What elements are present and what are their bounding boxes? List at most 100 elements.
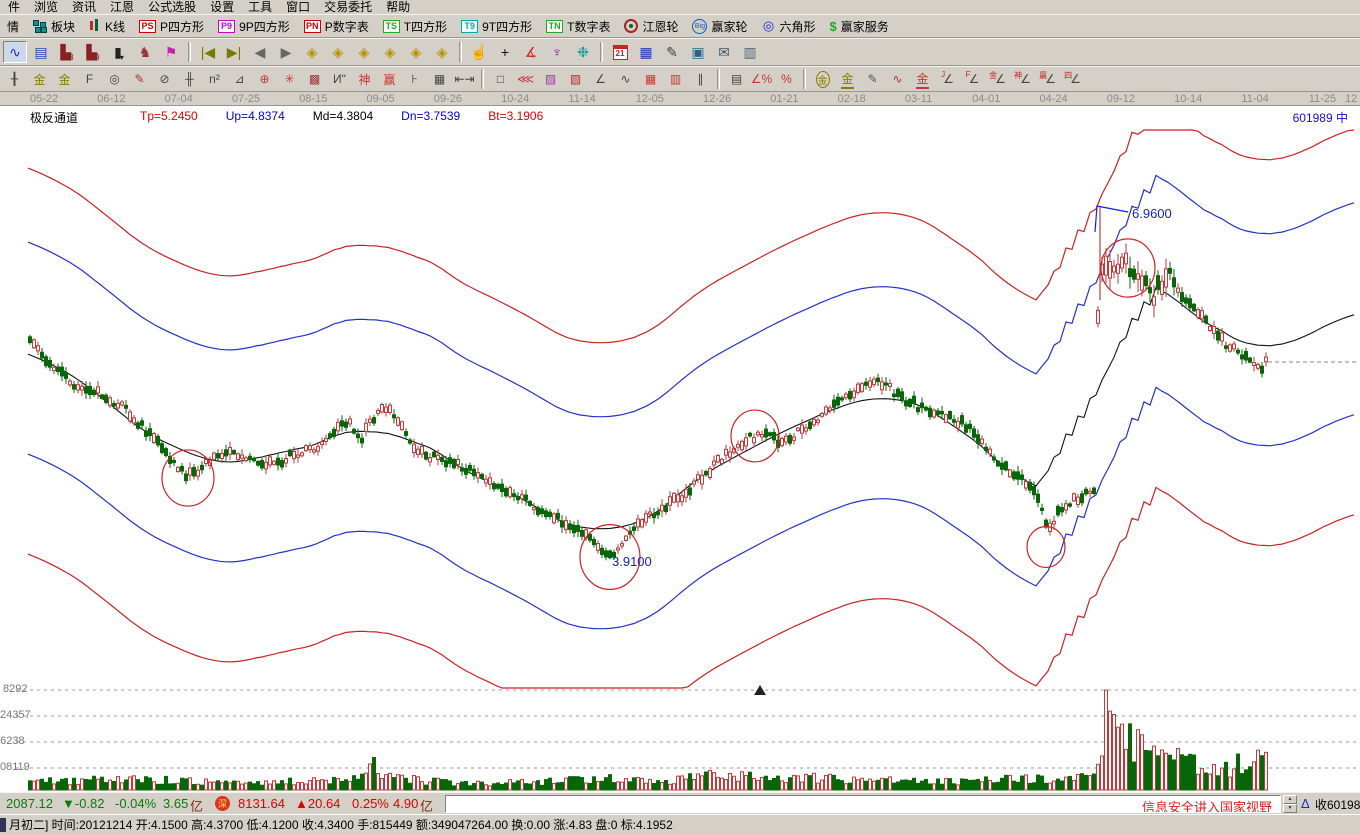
ruler-123-icon[interactable]: ▦ [427,69,452,89]
toolbar-gann-wheel[interactable]: 江恩轮 [617,15,685,37]
neural-web-icon[interactable]: ❉ [571,41,595,63]
spin-up-button[interactable]: ▲ [1283,795,1297,804]
candlestick-chart[interactable]: 6.96003.9100 [0,106,1360,792]
menu-item-4[interactable]: 公式选股 [141,1,203,14]
t-mark-icon[interactable]: ⊦ [402,69,427,89]
menu-item-6[interactable]: 工具 [241,1,279,14]
save-screen-icon[interactable]: ▣ [686,41,710,63]
angle-shen-icon[interactable]: 神∠ [1010,69,1035,89]
shen-tool-icon[interactable]: 神 [352,69,377,89]
print-icon[interactable]: ▥ [738,41,762,63]
chart-3-icon[interactable]: ▙3 [55,41,79,63]
angle-f-icon[interactable]: F∠ [960,69,985,89]
target-circle-icon[interactable]: ⊕ [252,69,277,89]
menu-item-9[interactable]: 帮助 [379,1,417,14]
gann-shape-icon[interactable]: ♆ [545,41,569,63]
angle-si-icon[interactable]: 四∠ [1060,69,1085,89]
price-ruler-icon[interactable]: ▤ [724,69,749,89]
menu-item-2[interactable]: 资讯 [65,1,103,14]
first-page-icon[interactable]: |◀ [196,41,220,63]
span-measure-icon[interactable]: ⇤⇥ [452,69,477,89]
toolbar-winner-service[interactable]: $赢家服务 [823,15,896,37]
candle-style-icon[interactable]: ▮▾ [107,41,131,63]
tick-ruler-icon[interactable]: ╫ [177,69,202,89]
page-prev-icon[interactable]: ◀ [248,41,272,63]
gold-levels-2-icon[interactable]: 金 [910,69,935,89]
ray-fan-icon[interactable]: ⋘ [513,69,538,89]
menu-item-3[interactable]: 江恩 [103,1,141,14]
tick-view-label[interactable]: 收601989分笔 [1315,796,1360,813]
percent-angle-icon[interactable]: ∠% [749,69,774,89]
gold-wave-icon[interactable]: ∿ [885,69,910,89]
chart-9-icon[interactable]: ▙9 [81,41,105,63]
menu-item-1[interactable]: 浏览 [27,1,65,14]
gold-gate-b-icon[interactable]: 金 [52,69,77,89]
page-next-icon[interactable]: ▶ [274,41,298,63]
angle-ying-icon[interactable]: 赢∠ [1035,69,1060,89]
notes-icon[interactable]: ✎ [660,41,684,63]
f-gate-icon[interactable]: F [77,69,102,89]
angle-measure-icon[interactable]: ∡ [519,41,543,63]
gold-levels-icon[interactable]: 金 [835,69,860,89]
spin-control[interactable]: ▲ ▼ [1283,795,1297,813]
crosshair-tool-icon[interactable]: + [493,41,517,63]
menu-item-8[interactable]: 交易委托 [317,1,379,14]
web-star-icon[interactable]: ✳ [277,69,302,89]
toolbar-kline[interactable]: K线 [82,15,132,37]
web-grid-icon[interactable]: ▩ [302,69,327,89]
brush-icon[interactable]: ✎ [127,69,152,89]
watchlist-icon[interactable]: ▤ [29,41,53,63]
zoom-out-x-icon[interactable]: ◈ [300,41,324,63]
toolbar-t-square[interactable]: TST四方形 [376,15,454,37]
percent-icon[interactable]: % [774,69,799,89]
angle-j-icon[interactable]: J∠ [935,69,960,89]
calculator-icon[interactable]: ▦ [634,41,658,63]
gold-gate-a-icon[interactable]: 金 [27,69,52,89]
wave-tool-icon[interactable]: ∿ [3,41,27,63]
hand-tool-icon[interactable]: ☝ [467,41,491,63]
angle-lines-icon[interactable]: ∠ [588,69,613,89]
cross-line-icon[interactable]: ╂ [2,69,27,89]
ray-box-2-icon[interactable]: ▧ [563,69,588,89]
toolbar-9t-square[interactable]: T99T四方形 [454,15,539,37]
menu-item-7[interactable]: 窗口 [279,1,317,14]
grid-red-2-icon[interactable]: ▥ [663,69,688,89]
compress-x-icon[interactable]: ◈ [378,41,402,63]
menu-item-0[interactable]: 件 [1,1,27,14]
expand-x-icon[interactable]: ◈ [352,41,376,63]
spiral-icon[interactable]: ◎ [102,69,127,89]
slant-lines-icon[interactable]: ∥ [688,69,713,89]
angle-sail-icon[interactable]: ⊿ [227,69,252,89]
brush-2-icon[interactable]: ✎ [860,69,885,89]
spin-down-button[interactable]: ▼ [1283,804,1297,813]
toolbar-sectors[interactable]: 板块 [26,15,82,37]
toolbar-quote[interactable]: 情 [0,15,26,37]
angle-gold-icon[interactable]: 金∠ [985,69,1010,89]
n-wave-icon[interactable]: И" [327,69,352,89]
circle-ruler-icon[interactable]: ⊘ [152,69,177,89]
mail-icon[interactable]: ✉ [712,41,736,63]
box-select-icon[interactable]: □ [488,69,513,89]
calendar-icon[interactable]: 21 [608,41,632,63]
toolbar-p-digit-table[interactable]: PNP数字表 [297,15,376,37]
v-wave-icon[interactable]: ∿ [613,69,638,89]
compress-y-icon[interactable]: ◈ [430,41,454,63]
toolbar-hexagon[interactable]: ◎六角形 [755,15,823,37]
ray-box-icon[interactable]: ▨ [538,69,563,89]
toolbar-t-digit-table[interactable]: TNT数字表 [539,15,617,37]
gold-circle-icon[interactable]: 金 [810,69,835,89]
chart-area[interactable]: 极反通道 Tp=5.2450Up=4.8374Md=4.3804Dn=3.753… [0,106,1360,792]
last-page-icon[interactable]: ▶| [222,41,246,63]
flag-chart-icon[interactable]: ⚑ [159,41,183,63]
grid-red-icon[interactable]: ▦ [638,69,663,89]
toolbar-winner-wheel[interactable]: Big赢家轮 [685,15,754,37]
pattern-knight-icon[interactable]: ♞ [133,41,157,63]
toolbar-9p-square[interactable]: P99P四方形 [211,15,297,37]
toolbar-p-square[interactable]: PSP四方形 [132,15,211,37]
expand-y-icon[interactable]: ◈ [404,41,428,63]
zoom-in-x-icon[interactable]: ◈ [326,41,350,63]
news-marquee[interactable]: 信息安全讲入国家视野 [445,795,1281,813]
n-squared-icon[interactable]: n² [202,69,227,89]
menu-item-5[interactable]: 设置 [203,1,241,14]
ying-tool-icon[interactable]: 赢 [377,69,402,89]
